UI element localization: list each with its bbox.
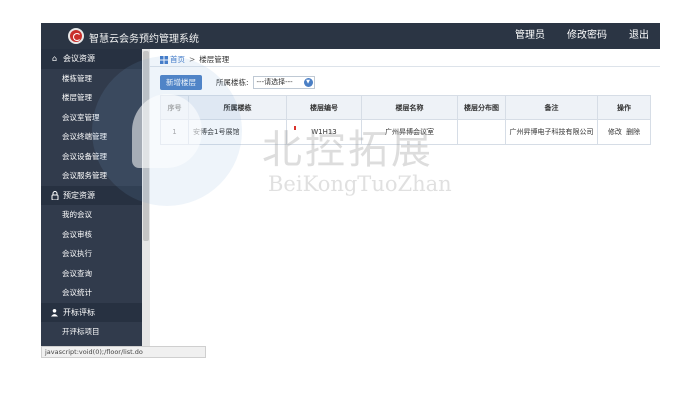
top-header: 智慧云会务预约管理系统 管理员 修改密码 退出 <box>41 23 660 49</box>
sidebar-item-floor[interactable]: 楼层管理 <box>41 88 142 108</box>
app-window: 智慧云会务预约管理系统 管理员 修改密码 退出 ⌂ 会议资源 楼栋管理 楼层管理… <box>41 23 660 353</box>
breadcrumb-current: 楼层管理 <box>199 55 230 64</box>
cell-actions: 修改 删除 <box>597 119 651 145</box>
home-icon: ⌂ <box>51 54 58 64</box>
building-filter-label: 所属楼栋: <box>216 78 249 87</box>
column-header: 楼层编号 <box>286 95 362 120</box>
app-title: 智慧云会务预约管理系统 <box>89 34 199 45</box>
main-content: 首页 > 楼层管理 新增楼层 所属楼栋: ---请选择--- ▼ 序号 所属楼栋… <box>150 49 660 353</box>
sidebar-scrollbar[interactable] <box>142 49 150 353</box>
column-header: 操作 <box>597 95 651 120</box>
sidebar-group-meeting-resources[interactable]: ⌂ 会议资源 <box>41 49 142 69</box>
sidebar-item-terminal[interactable]: 会议终端管理 <box>41 127 142 147</box>
nav-change-password-link[interactable]: 修改密码 <box>556 23 618 49</box>
sidebar-item-execute[interactable]: 会议执行 <box>41 244 142 264</box>
breadcrumb: 首页 > 楼层管理 <box>160 54 229 65</box>
building-filter-value: ---请选择--- <box>256 78 293 86</box>
table-header-row: 序号 所属楼栋 楼层编号 楼层名称 楼层分布图 备注 操作 <box>160 95 651 120</box>
sidebar-item-query[interactable]: 会议查询 <box>41 264 142 284</box>
cell-floor-code: W1H13 <box>286 119 362 145</box>
edit-link[interactable]: 修改 <box>608 128 622 136</box>
sidebar-item-stats[interactable]: 会议统计 <box>41 283 142 303</box>
sidebar: ⌂ 会议资源 楼栋管理 楼层管理 会议室管理 会议终端管理 会议设备管理 会议服… <box>41 49 150 353</box>
top-nav: 管理员 修改密码 退出 <box>504 23 660 49</box>
sidebar-item-bid-projects[interactable]: 开评标项目 <box>41 322 142 342</box>
sidebar-item-device[interactable]: 会议设备管理 <box>41 147 142 167</box>
cell-floor-map <box>457 119 506 145</box>
grid-home-icon <box>160 55 168 64</box>
user-icon <box>50 308 59 317</box>
sidebar-group-label: 预定资源 <box>63 190 95 200</box>
table-row: 1 安博会1号展馆 W1H13 广州昇博会议室 广州昇博电子科技有限公司 修改 … <box>160 119 651 145</box>
sidebar-scroll-thumb[interactable] <box>143 51 149 241</box>
floor-table: 序号 所属楼栋 楼层编号 楼层名称 楼层分布图 备注 操作 1 安博会1号展馆 … <box>160 95 651 145</box>
sidebar-item-service[interactable]: 会议服务管理 <box>41 166 142 186</box>
red-marker <box>294 126 296 130</box>
sidebar-group-label: 会议资源 <box>63 54 95 64</box>
add-floor-button[interactable]: 新增楼层 <box>160 75 202 90</box>
cell-remark: 广州昇博电子科技有限公司 <box>505 119 598 145</box>
chevron-down-icon: ▼ <box>303 78 313 87</box>
column-header: 楼层分布图 <box>457 95 506 120</box>
column-header: 楼层名称 <box>361 95 458 120</box>
column-header: 序号 <box>160 95 189 120</box>
sidebar-group-label: 开标评标 <box>63 307 95 317</box>
sidebar-item-review[interactable]: 会议审核 <box>41 225 142 245</box>
app-logo-icon <box>68 28 84 44</box>
nav-logout-link[interactable]: 退出 <box>618 23 660 49</box>
column-header: 备注 <box>505 95 598 120</box>
nav-admin-link[interactable]: 管理员 <box>504 23 556 49</box>
breadcrumb-home-link[interactable]: 首页 <box>170 54 185 65</box>
cell-floor-name: 广州昇博会议室 <box>361 119 458 145</box>
toolbar: 新增楼层 所属楼栋: ---请选择--- ▼ <box>160 75 315 90</box>
status-url-bar: javascript:void(0);/floor/list.do <box>41 346 206 358</box>
breadcrumb-divider <box>150 66 660 67</box>
delete-link[interactable]: 删除 <box>626 128 640 136</box>
lock-icon <box>50 190 59 201</box>
column-header: 所属楼栋 <box>188 95 287 120</box>
cell-index: 1 <box>160 119 189 145</box>
breadcrumb-separator: > <box>189 55 196 64</box>
cell-building: 安博会1号展馆 <box>188 119 287 145</box>
sidebar-group-bidding[interactable]: 开标评标 <box>41 302 142 322</box>
sidebar-item-my-meetings[interactable]: 我的会议 <box>41 205 142 225</box>
sidebar-group-booking[interactable]: 预定资源 <box>41 185 142 205</box>
sidebar-item-room[interactable]: 会议室管理 <box>41 108 142 128</box>
sidebar-menu: ⌂ 会议资源 楼栋管理 楼层管理 会议室管理 会议终端管理 会议设备管理 会议服… <box>41 49 142 342</box>
building-filter-select[interactable]: ---请选择--- ▼ <box>252 76 315 89</box>
sidebar-item-building[interactable]: 楼栋管理 <box>41 69 142 89</box>
